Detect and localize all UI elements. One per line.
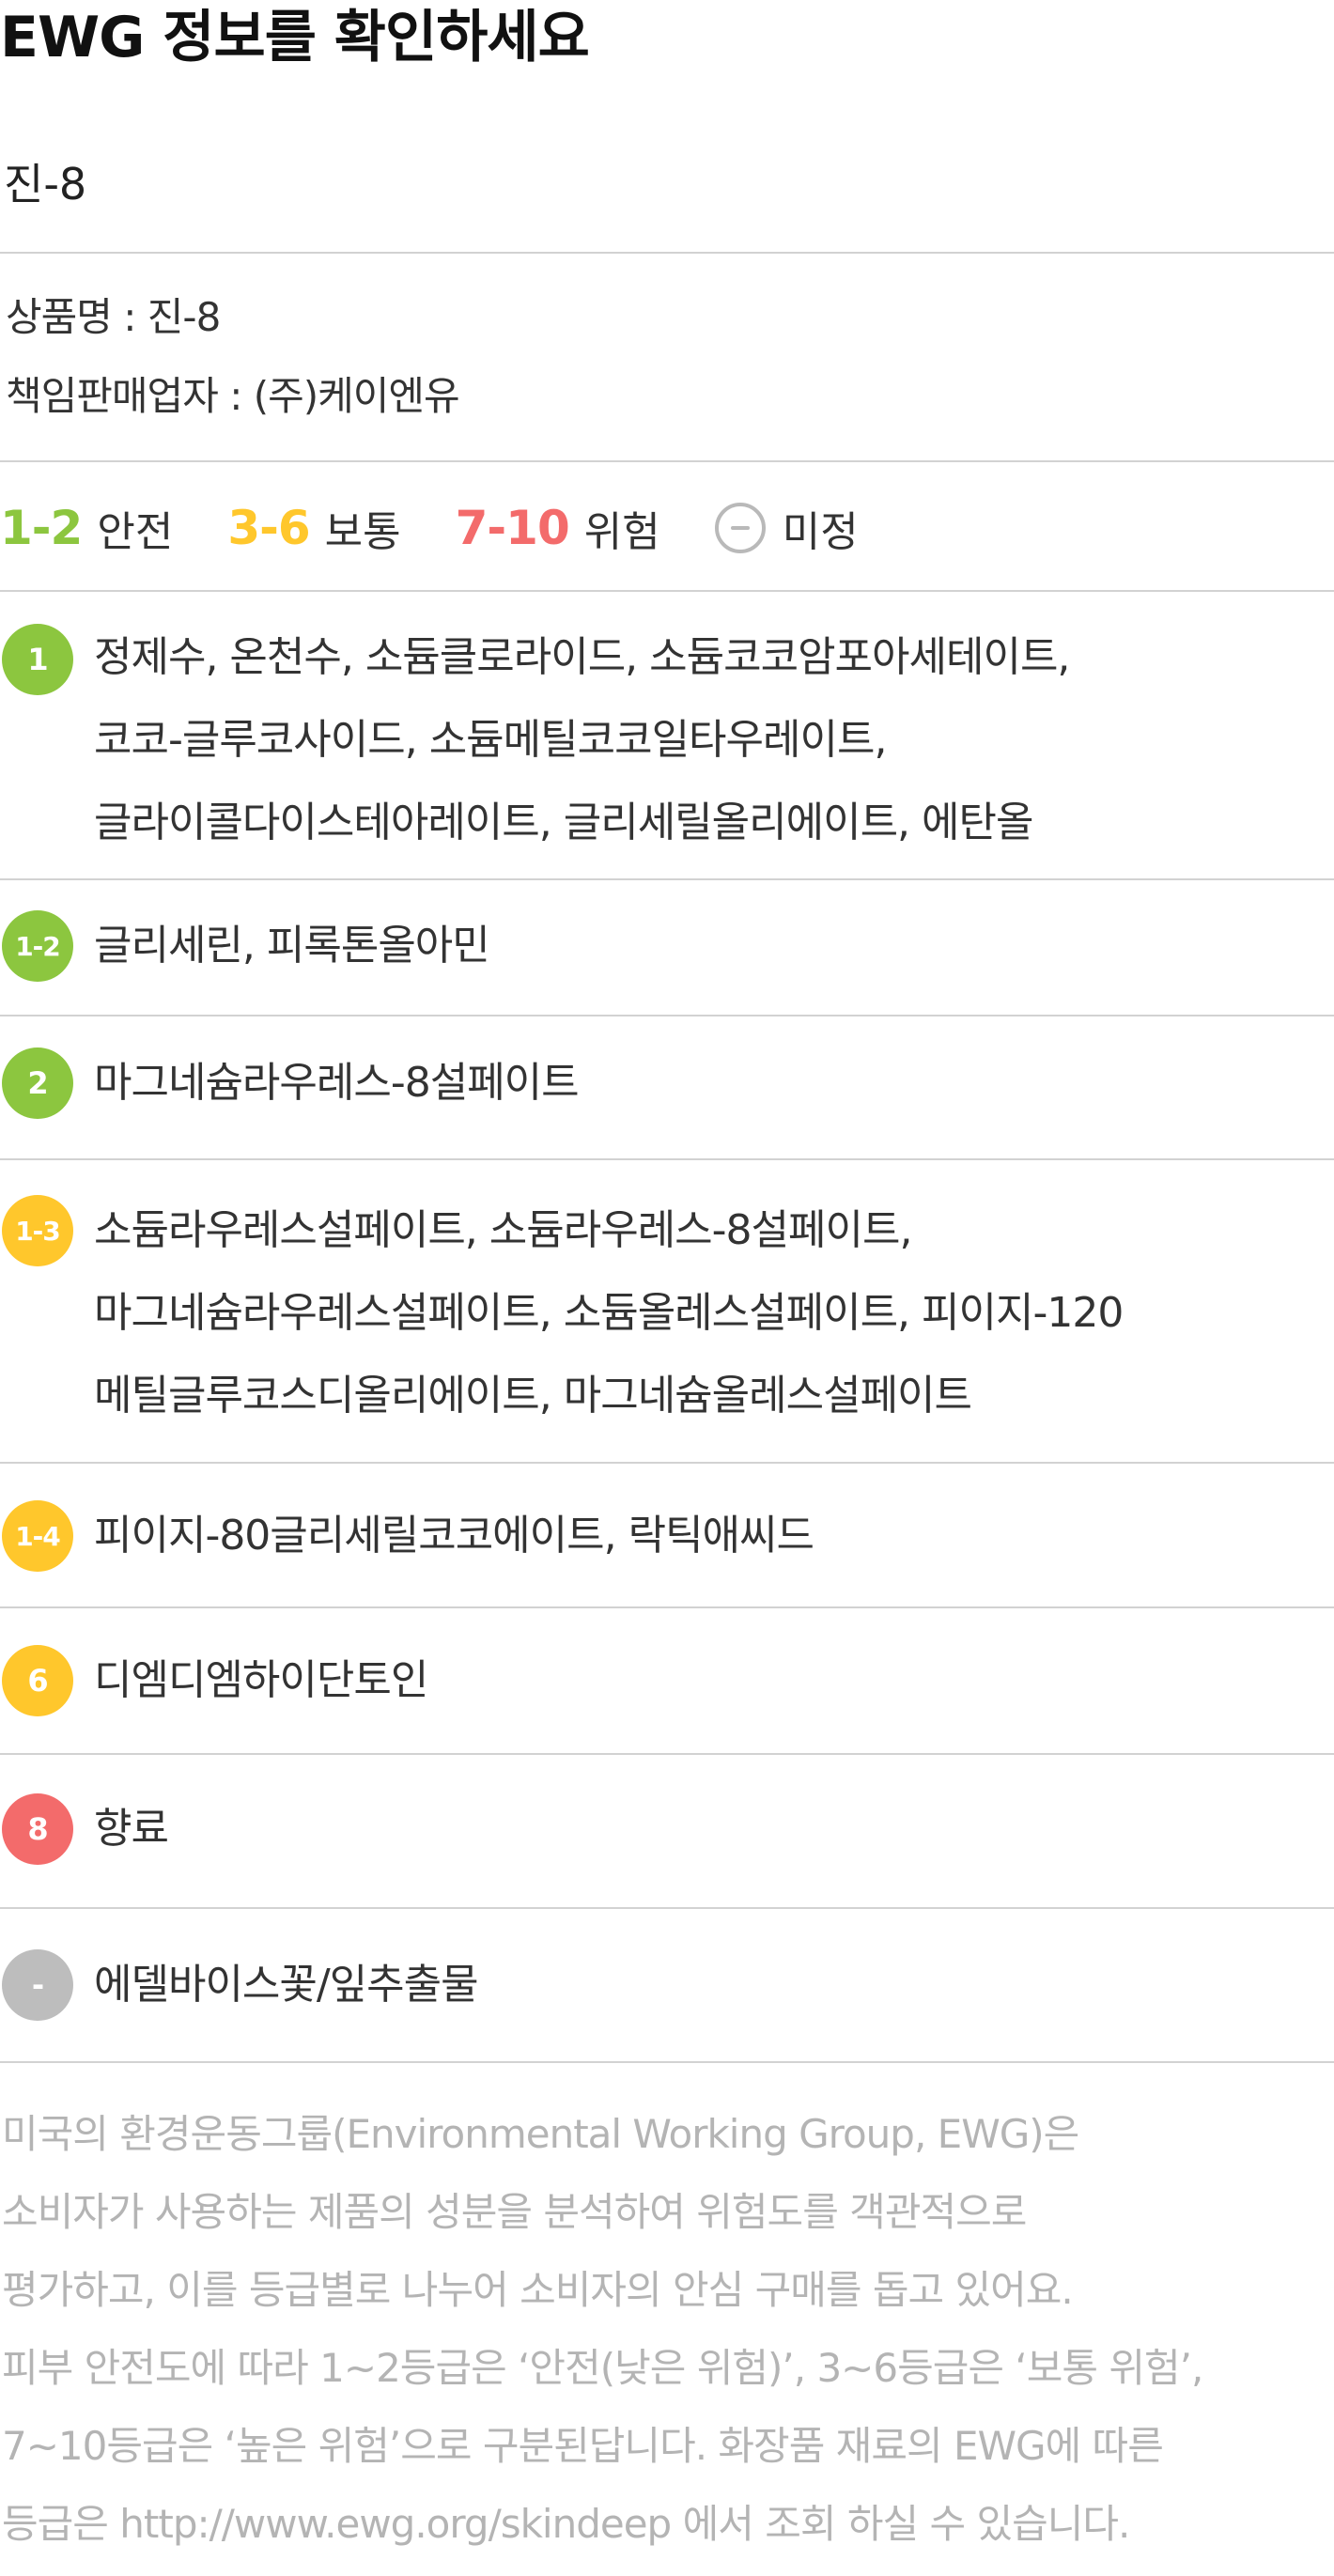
divider bbox=[0, 1462, 1334, 1464]
grade-badge: 1-2 bbox=[2, 910, 73, 982]
legend-danger: 7-10 위험 bbox=[456, 498, 660, 558]
ingredient-list: 글리세린, 피록톤올아민 bbox=[94, 905, 1325, 987]
ingredient-line: 메틸글루코스디올리에이트, 마그네슘올레스설페이트 bbox=[94, 1372, 972, 1420]
divider bbox=[0, 1158, 1334, 1160]
ingredient-list: 향료 bbox=[94, 1788, 1325, 1870]
grade-badge: 1 bbox=[2, 624, 73, 695]
disclaimer-line: 소비자가 사용하는 제품의 성분을 분석하여 위험도를 객관적으로 bbox=[2, 2189, 1027, 2235]
page-title: EWG 정보를 확인하세요 bbox=[0, 5, 590, 70]
ingredient-line: 코코-글루코사이드, 소듐메틸코코일타우레이트, bbox=[94, 716, 887, 764]
divider bbox=[0, 1015, 1334, 1016]
seller-line: 책임판매업자 : (주)케이엔유 bbox=[6, 373, 460, 419]
legend-undetermined: 미정 bbox=[714, 498, 859, 558]
disclaimer-line: 피부 안전도에 따라 1~2등급은 ‘안전(낮은 위험)’, 3~6등급은 ‘보… bbox=[2, 2345, 1203, 2391]
ingredient-list: 피이지-80글리세릴코코에이트, 락틱애씨드 bbox=[94, 1495, 1325, 1577]
ingredient-line: 정제수, 온천수, 소듐클로라이드, 소듐코코암포아세테이트, bbox=[94, 633, 1070, 681]
legend-safe-range: 1-2 bbox=[0, 501, 83, 555]
grade-badge: 1-4 bbox=[2, 1500, 73, 1572]
ingredient-list: 디엠디엠하이단토인 bbox=[94, 1639, 1325, 1722]
legend-moderate: 3-6 보통 bbox=[227, 498, 400, 558]
disclaimer-line: 7~10등급은 ‘높은 위험’으로 구분된답니다. 화장품 재료의 EWG에 따… bbox=[2, 2423, 1164, 2469]
legend-safe-label: 안전 bbox=[97, 508, 174, 556]
divider bbox=[0, 460, 1334, 462]
legend-moderate-label: 보통 bbox=[324, 508, 401, 556]
ingredient-line: 소듐라우레스설페이트, 소듐라우레스-8설페이트, bbox=[94, 1206, 912, 1254]
ingredient-line: 에델바이스꽃/잎추출물 bbox=[94, 1961, 479, 2009]
grade-badge: 6 bbox=[2, 1645, 73, 1716]
divider bbox=[0, 1907, 1334, 1909]
disclaimer-line: 평가하고, 이를 등급별로 나누어 소비자의 안심 구매를 돕고 있어요. bbox=[2, 2267, 1074, 2313]
disclaimer-line: 등급은 http://www.ewg.org/skindeep 에서 조회 하실… bbox=[2, 2501, 1130, 2547]
grade-badge: - bbox=[2, 1949, 73, 2021]
ingredient-list: 마그네슘라우레스-8설페이트 bbox=[94, 1042, 1325, 1125]
legend-safe: 1-2 안전 bbox=[0, 498, 173, 558]
grade-badge: 8 bbox=[2, 1793, 73, 1865]
ingredient-line: 글리세린, 피록톤올아민 bbox=[94, 922, 490, 970]
legend-undetermined-label: 미정 bbox=[782, 508, 859, 556]
ingredient-line: 향료 bbox=[94, 1805, 169, 1853]
ingredient-line: 글라이콜다이스테아레이트, 글리세릴올리에이트, 에탄올 bbox=[94, 799, 1033, 846]
ingredient-list: 에델바이스꽃/잎추출물 bbox=[94, 1944, 1325, 2026]
divider bbox=[0, 2061, 1334, 2063]
divider bbox=[0, 252, 1334, 254]
divider bbox=[0, 1606, 1334, 1608]
divider bbox=[0, 590, 1334, 592]
legend-moderate-range: 3-6 bbox=[227, 501, 310, 555]
divider bbox=[0, 878, 1334, 880]
ingredient-list: 정제수, 온천수, 소듐클로라이드, 소듐코코암포아세테이트, 코코-글루코사이… bbox=[94, 616, 1325, 864]
ingredient-list: 소듐라우레스설페이트, 소듐라우레스-8설페이트, 마그네슘라우레스설페이트, … bbox=[94, 1189, 1325, 1437]
product-name: 진-8 bbox=[4, 159, 87, 209]
ingredient-line: 디엠디엠하이단토인 bbox=[94, 1656, 428, 1704]
divider bbox=[0, 1753, 1334, 1755]
grade-legend: 1-2 안전 3-6 보통 7-10 위험 미정 bbox=[0, 492, 913, 564]
legend-danger-label: 위험 bbox=[583, 508, 660, 556]
ingredient-line: 마그네슘라우레스설페이트, 소듐올레스설페이트, 피이지-120 bbox=[94, 1289, 1124, 1337]
undetermined-icon bbox=[714, 503, 766, 553]
grade-badge: 2 bbox=[2, 1047, 73, 1119]
ewg-disclaimer: 미국의 환경운동그룹(Environmental Working Group, … bbox=[2, 2095, 1328, 2563]
ingredient-line: 피이지-80글리세릴코코에이트, 락틱애씨드 bbox=[94, 1512, 814, 1560]
legend-danger-range: 7-10 bbox=[455, 501, 570, 555]
disclaimer-line: 미국의 환경운동그룹(Environmental Working Group, … bbox=[2, 2111, 1079, 2157]
grade-badge: 1-3 bbox=[2, 1195, 73, 1266]
product-name-line: 상품명 : 진-8 bbox=[6, 294, 221, 340]
ingredient-line: 마그네슘라우레스-8설페이트 bbox=[94, 1059, 580, 1107]
